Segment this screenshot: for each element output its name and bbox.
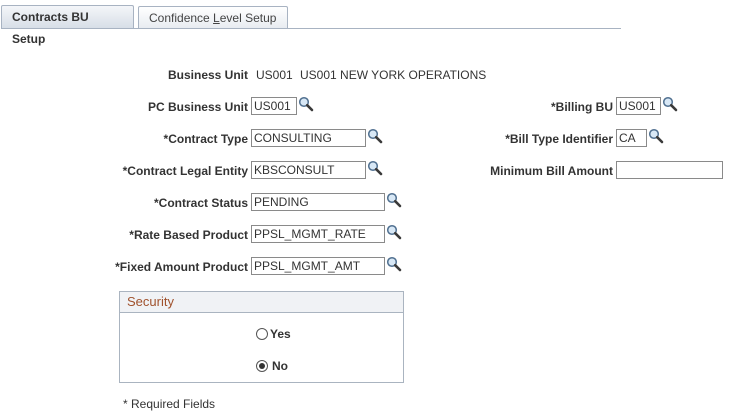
- tab-confidence-level-setup[interactable]: Confidence Level Setup: [138, 6, 288, 28]
- business-unit-name: US001 NEW YORK OPERATIONS: [300, 68, 487, 82]
- business-unit-code: US001: [256, 68, 293, 82]
- contract-status-input[interactable]: PENDING: [251, 193, 385, 211]
- pc-business-unit-input[interactable]: US001: [251, 97, 297, 115]
- radio-selected-dot: [259, 363, 265, 369]
- minimum-bill-amount-input[interactable]: [616, 161, 723, 179]
- pc-business-unit-label: PC Business Unit: [147, 100, 248, 114]
- rate-based-product-input[interactable]: PPSL_MGMT_RATE: [251, 225, 385, 243]
- contract-type-input[interactable]: CONSULTING: [251, 129, 366, 147]
- billing-bu-label: *Billing BU: [551, 100, 613, 114]
- pc-business-unit-lookup-icon[interactable]: [298, 96, 314, 112]
- security-header: Security: [120, 292, 403, 313]
- contract-type-label: *Contract Type: [163, 132, 248, 146]
- fixed-amount-product-label: *Fixed Amount Product: [115, 260, 248, 274]
- security-no-radio[interactable]: [256, 360, 268, 372]
- contract-type-lookup-icon[interactable]: [367, 128, 383, 144]
- rate-based-product-lookup-icon[interactable]: [386, 224, 402, 240]
- tab-label-prefix: Confidence: [149, 11, 214, 25]
- rate-based-product-label: *Rate Based Product: [129, 228, 248, 242]
- tab-label-accesskey: L: [213, 11, 220, 25]
- tab-bar: Contracts BU Setup Confidence Level Setu…: [1, 5, 621, 46]
- billing-bu-input[interactable]: US001: [616, 97, 661, 115]
- minimum-bill-amount-label: Minimum Bill Amount: [490, 164, 613, 178]
- security-yes-label[interactable]: Yes: [270, 327, 291, 341]
- bill-type-identifier-lookup-icon[interactable]: [648, 128, 664, 144]
- security-no-label[interactable]: No: [272, 359, 288, 373]
- contract-legal-entity-input[interactable]: KBSCONSULT: [251, 161, 366, 179]
- fixed-amount-product-lookup-icon[interactable]: [386, 256, 402, 272]
- bill-type-identifier-label: *Bill Type Identifier: [505, 132, 613, 146]
- security-yes-radio[interactable]: [256, 328, 268, 340]
- contract-legal-entity-lookup-icon[interactable]: [367, 160, 383, 176]
- tab-label-suffix: evel Setup: [219, 11, 277, 25]
- contract-status-label: *Contract Status: [153, 196, 248, 210]
- contract-legal-entity-label: *Contract Legal Entity: [122, 164, 248, 178]
- business-unit-label: Business Unit: [167, 68, 248, 82]
- billing-bu-lookup-icon[interactable]: [662, 96, 678, 112]
- tab-contracts-bu-setup[interactable]: Contracts BU Setup: [1, 5, 134, 46]
- bill-type-identifier-input[interactable]: CA: [616, 129, 647, 147]
- fixed-amount-product-input[interactable]: PPSL_MGMT_AMT: [251, 257, 385, 275]
- required-fields-note: * Required Fields: [123, 397, 216, 411]
- tab-baseline: [1, 28, 621, 29]
- contract-status-lookup-icon[interactable]: [386, 192, 402, 208]
